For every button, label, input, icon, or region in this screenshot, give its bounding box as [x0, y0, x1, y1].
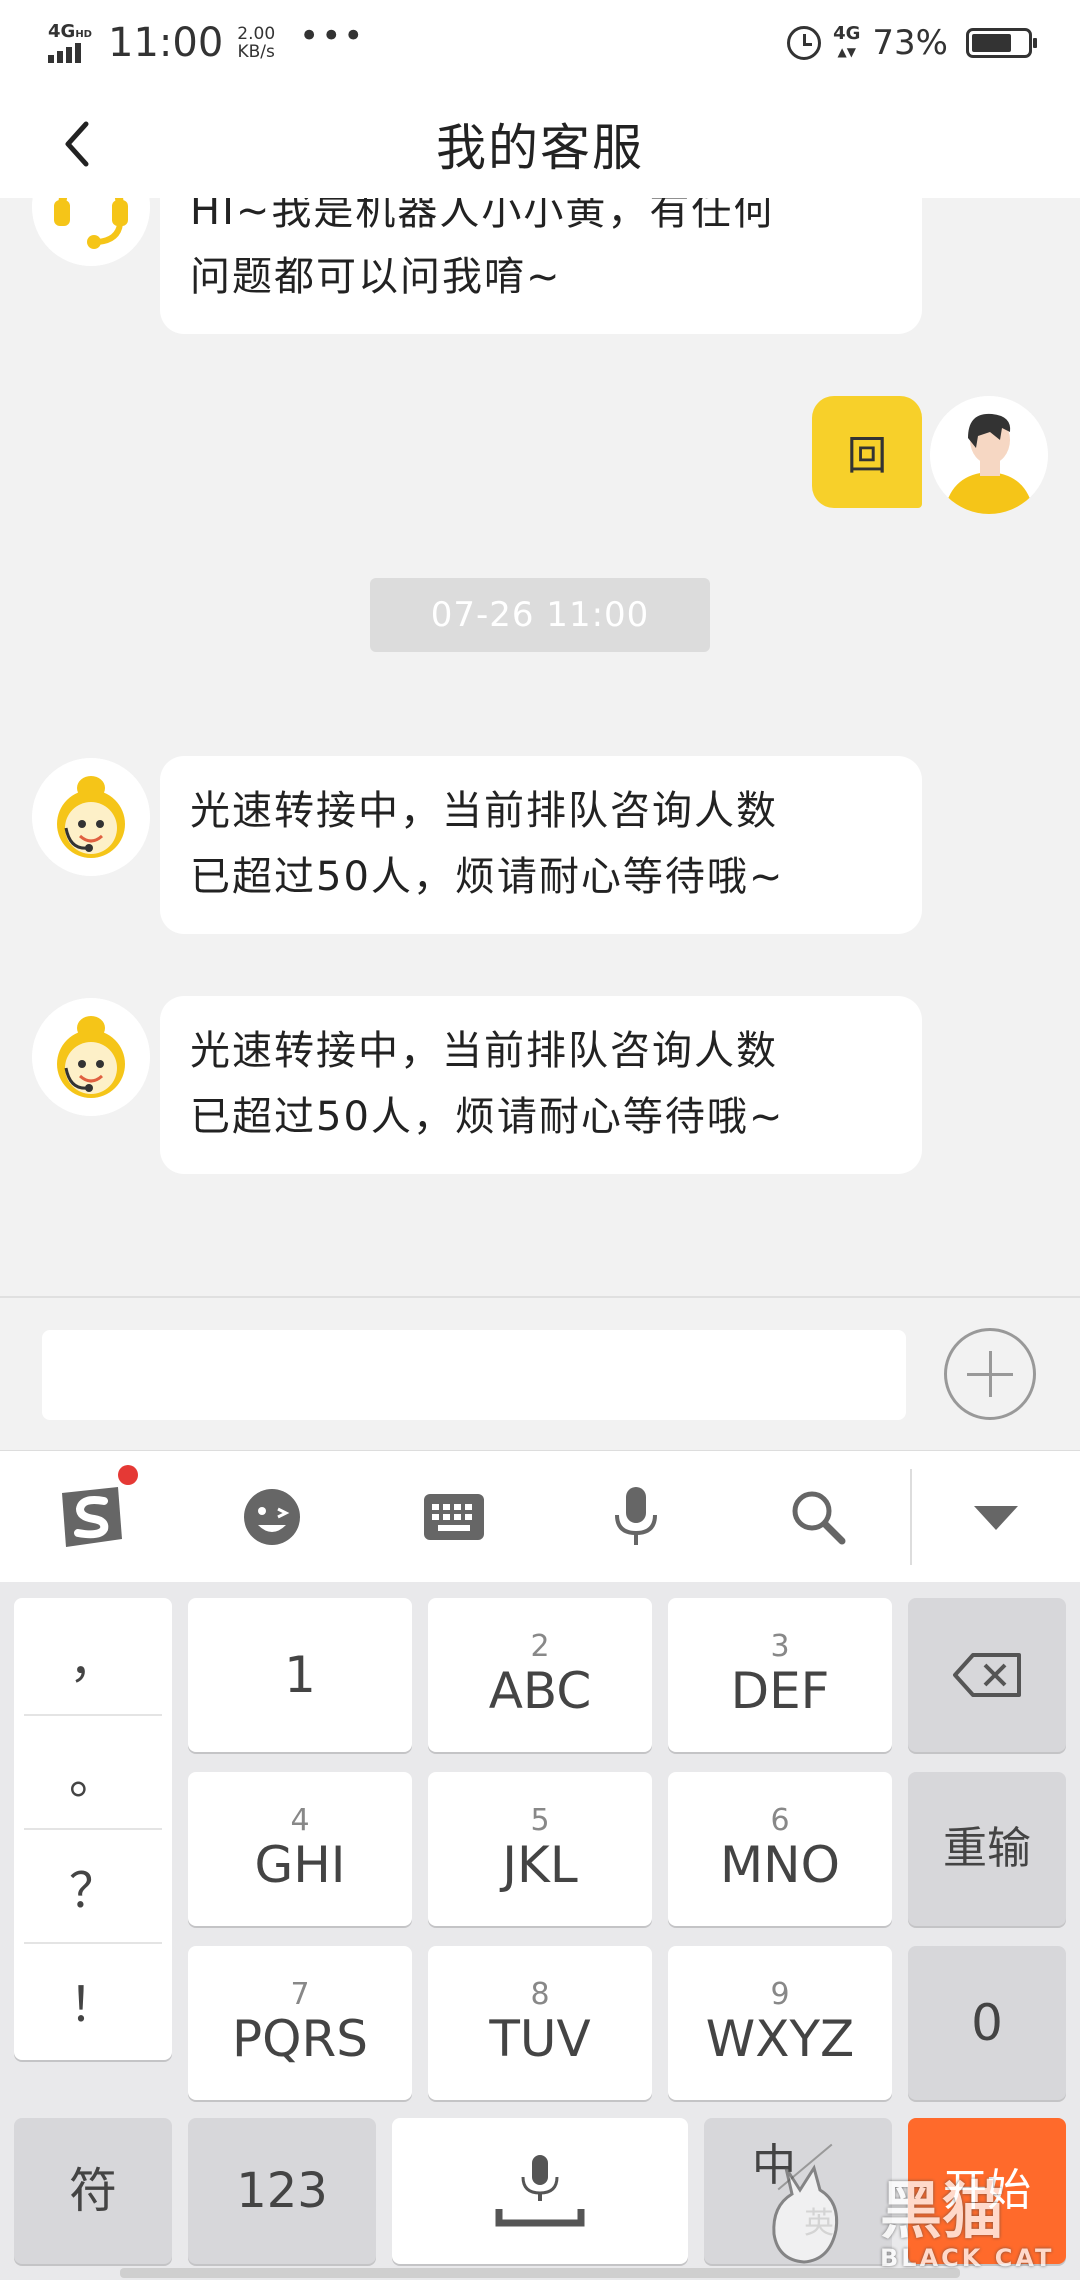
sogou-logo-icon[interactable]	[50, 1477, 130, 1557]
agent-face-icon	[32, 998, 150, 1116]
network-speed: 2.00 KB/s	[237, 24, 276, 62]
agent-avatar	[32, 758, 150, 876]
user-avatar	[930, 396, 1048, 514]
user-avatar-icon	[930, 396, 1048, 514]
search-icon[interactable]	[778, 1477, 858, 1557]
battery-percent: 73%	[872, 23, 948, 63]
status-left: 4GHD 11:00 2.00 KB/s •••	[48, 16, 366, 68]
mobile-data-icon: 4G ▲▼	[833, 23, 861, 60]
keyboard-icon[interactable]	[414, 1477, 494, 1557]
headset-bot-icon	[32, 198, 150, 266]
message-input[interactable]	[42, 1330, 906, 1420]
microphone-icon[interactable]	[596, 1477, 676, 1557]
key-4-ghi[interactable]: 4 GHI	[188, 1772, 412, 1926]
page-title: 我的客服	[436, 119, 644, 177]
status-bar: 4GHD 11:00 2.00 KB/s ••• 4G ▲▼ 73%	[0, 0, 1080, 84]
timestamp-pill: 07-26 11:00	[370, 578, 710, 652]
space-microphone-icon	[495, 2155, 585, 2227]
backspace-key[interactable]	[908, 1598, 1066, 1752]
punct-key-exclaim[interactable]: ！	[24, 1944, 162, 2056]
app-header: 我的客服	[0, 84, 1080, 198]
key-2-abc[interactable]: 2 ABC	[428, 1598, 652, 1752]
key-7-pqrs[interactable]: 7 PQRS	[188, 1946, 412, 2100]
punct-key-question[interactable]: ？	[24, 1830, 162, 1942]
more-notifications-icon: •••	[299, 16, 366, 56]
punct-key-period[interactable]: 。	[24, 1716, 162, 1828]
status-time: 11:00	[108, 20, 224, 66]
message-text: 回	[847, 433, 887, 479]
backspace-icon	[953, 1653, 1021, 1697]
key-6-mno[interactable]: 6 MNO	[668, 1772, 892, 1926]
message-text: 光速转接中，当前排队咨询人数	[190, 1028, 778, 1074]
battery-icon	[966, 28, 1037, 58]
key-5-jkl[interactable]: 5 JKL	[428, 1772, 652, 1926]
message-text: 问题都可以问我唷~	[190, 254, 562, 300]
message-text: HI~我是机器人小小黄，有任何	[190, 198, 776, 234]
message-text: 已超过50人，烦请耐心等待哦~	[190, 854, 785, 900]
agent-face-icon	[32, 758, 150, 876]
home-indicator	[120, 2268, 960, 2278]
cellular-signal-icon: 4GHD	[48, 21, 94, 65]
message-text: 光速转接中，当前排队咨询人数	[190, 788, 778, 834]
keyboard: ， 。 ？ ！ 1 2 ABC 3 DEF 4 GHI 5 JKL 6 MNO	[0, 1582, 1080, 2280]
collapse-keyboard-icon[interactable]	[956, 1477, 1036, 1557]
notification-dot	[118, 1465, 138, 1485]
agent-message-bubble: 光速转接中，当前排队咨询人数 已超过50人，烦请耐心等待哦~	[160, 996, 922, 1174]
key-0[interactable]: 0	[908, 1946, 1066, 2100]
bot-avatar	[32, 198, 150, 266]
bot-greeting-bubble: HI~我是机器人小小黄，有任何 问题都可以问我唷~	[160, 198, 922, 334]
status-right: 4G ▲▼ 73%	[787, 18, 1037, 68]
toolbar-divider	[910, 1469, 912, 1565]
reset-key[interactable]: 重输	[908, 1772, 1066, 1926]
numeric-mode-key[interactable]: 123	[188, 2118, 376, 2264]
message-input-bar	[0, 1296, 1080, 1450]
language-switch-key[interactable]: 中 英	[704, 2118, 892, 2264]
space-voice-key[interactable]	[392, 2118, 688, 2264]
key-8-tuv[interactable]: 8 TUV	[428, 1946, 652, 2100]
emoji-icon[interactable]	[232, 1477, 312, 1557]
keyboard-toolbar	[0, 1450, 1080, 1582]
punctuation-column[interactable]: ， 。 ？ ！	[14, 1598, 172, 2060]
agent-message-bubble: 光速转接中，当前排队咨询人数 已超过50人，烦请耐心等待哦~	[160, 756, 922, 934]
chat-area[interactable]: HI~我是机器人小小黄，有任何 问题都可以问我唷~ 回 07-26 11:00	[0, 198, 1080, 1296]
punct-key-comma[interactable]: ，	[24, 1600, 162, 1712]
key-9-wxyz[interactable]: 9 WXYZ	[668, 1946, 892, 2100]
message-text: 已超过50人，烦请耐心等待哦~	[190, 1094, 785, 1140]
user-message-bubble: 回	[812, 396, 922, 508]
key-3-def[interactable]: 3 DEF	[668, 1598, 892, 1752]
start-button[interactable]: 开始	[908, 2118, 1066, 2264]
agent-avatar	[32, 998, 150, 1116]
key-1[interactable]: 1	[188, 1598, 412, 1752]
alarm-icon	[787, 26, 822, 60]
symbol-key[interactable]: 符	[14, 2118, 172, 2264]
add-attachment-button[interactable]	[944, 1328, 1036, 1420]
